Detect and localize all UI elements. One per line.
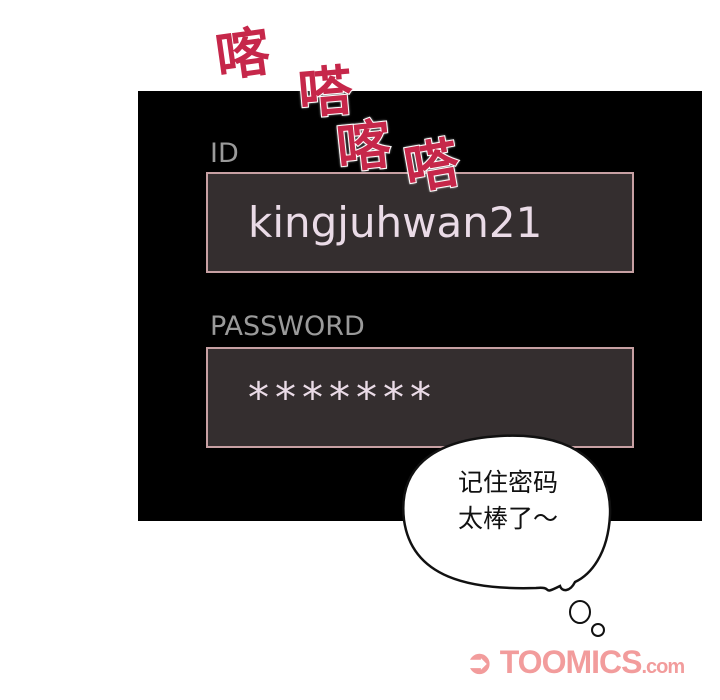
thought-line: 太棒了～ bbox=[458, 504, 559, 533]
thought-text: 记住密码 太棒了～ bbox=[458, 465, 558, 537]
watermark-text: TOOMICS bbox=[499, 644, 643, 680]
thought-bubble bbox=[402, 434, 612, 637]
thought-line: 记住密码 bbox=[458, 468, 559, 497]
logo-mark-icon: ➲ bbox=[466, 644, 500, 680]
watermark-suffix: .com bbox=[641, 656, 685, 678]
watermark-logo: ➲ TOOMICS.com bbox=[466, 643, 685, 681]
